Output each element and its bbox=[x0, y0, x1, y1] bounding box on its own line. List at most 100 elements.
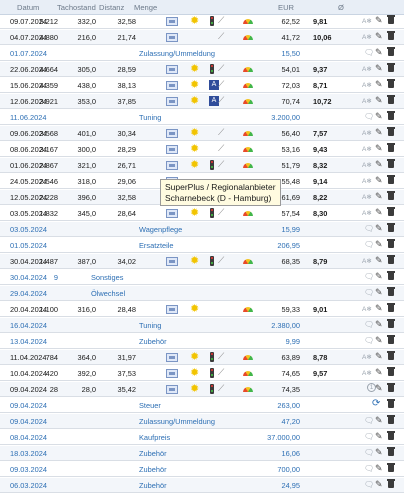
fuel-pump-icon[interactable] bbox=[166, 81, 178, 90]
table-row[interactable]: 30.04.2024 9 Sonstiges 🗨 ✎ bbox=[0, 270, 404, 285]
trash-icon[interactable] bbox=[387, 207, 395, 216]
table-row[interactable]: 12.06.2024 3.921 353,0 37,85 ✹ A ⟋ 70,74… bbox=[0, 94, 404, 109]
table-row[interactable]: 09.04.2024 28 28,0 35,42 ✹ ⟋ 74,35 1 ✎ bbox=[0, 382, 404, 397]
comment-icon[interactable]: 🗨 bbox=[364, 320, 374, 330]
comment-icon[interactable]: 🗨 bbox=[364, 48, 374, 58]
table-row[interactable]: 03.05.2024 Wagenpflege 15,99 🗨 ✎ bbox=[0, 222, 404, 237]
fuel-pump-icon[interactable] bbox=[166, 369, 178, 378]
pencil-icon[interactable]: ✎ bbox=[375, 463, 383, 473]
trash-icon[interactable] bbox=[387, 63, 395, 72]
pencil-icon[interactable]: ✎ bbox=[375, 111, 383, 121]
table-row[interactable]: 09.07.2024 5.212 332,0 32,58 ✹ ⟋ 62,52 9… bbox=[0, 14, 404, 29]
col-menge[interactable]: Menge bbox=[134, 3, 157, 12]
pencil-icon[interactable]: ✎ bbox=[375, 271, 383, 281]
pencil-icon[interactable]: ✎ bbox=[375, 255, 383, 265]
table-row[interactable]: 22.06.2024 4.664 305,0 28,59 ✹ ⟋ 54,01 9… bbox=[0, 62, 404, 77]
fuel-pump-icon[interactable] bbox=[166, 353, 178, 362]
comment-icon[interactable]: 🗨 bbox=[364, 240, 374, 250]
sync-icon[interactable]: ⟳ bbox=[372, 398, 380, 409]
col-eur[interactable]: EUR bbox=[278, 3, 294, 12]
comment-icon[interactable]: 🗨 bbox=[364, 480, 374, 490]
pencil-icon[interactable]: ✎ bbox=[375, 31, 383, 41]
table-row[interactable]: 11.06.2024 Tuning 3.200,00 🗨 ✎ bbox=[0, 110, 404, 125]
comment-icon[interactable]: 🗨 bbox=[364, 464, 374, 474]
pencil-icon[interactable]: ✎ bbox=[375, 479, 383, 489]
table-row[interactable]: 15.06.2024 4.359 438,0 38,13 ✹ A ⟋ 72,03… bbox=[0, 78, 404, 93]
pencil-icon[interactable]: ✎ bbox=[375, 431, 383, 441]
pencil-icon[interactable]: ✎ bbox=[375, 15, 383, 25]
comment-icon[interactable]: 🗨 bbox=[364, 112, 374, 122]
trash-icon[interactable] bbox=[387, 143, 395, 152]
table-row[interactable]: 20.04.2024 1.100 316,0 28,48 ✹ 59,33 9,0… bbox=[0, 302, 404, 317]
fuel-pump-icon[interactable] bbox=[166, 145, 178, 154]
pencil-icon[interactable]: ✎ bbox=[375, 175, 383, 185]
table-row[interactable]: 01.07.2024 Zulassung/Ummeldung 15,50 🗨 ✎ bbox=[0, 46, 404, 61]
table-row[interactable]: 18.03.2024 Zubehör 16,06 🗨 ✎ bbox=[0, 446, 404, 461]
trash-icon[interactable] bbox=[387, 111, 395, 120]
trash-icon[interactable] bbox=[387, 191, 395, 200]
pencil-icon[interactable]: ✎ bbox=[375, 191, 383, 201]
trash-icon[interactable] bbox=[387, 95, 395, 104]
col-datum[interactable]: Datum bbox=[17, 3, 39, 12]
pencil-icon[interactable]: ✎ bbox=[375, 383, 383, 393]
col-tachostand[interactable]: Tachostand bbox=[57, 3, 96, 12]
table-row[interactable]: 06.03.2024 Zubehör 24,95 🗨 ✎ bbox=[0, 478, 404, 493]
col-distanz[interactable]: Distanz bbox=[99, 3, 124, 12]
trash-icon[interactable] bbox=[387, 223, 395, 232]
comment-icon[interactable]: 🗨 bbox=[364, 336, 374, 346]
fuel-pump-icon[interactable] bbox=[166, 129, 178, 138]
fuel-pump-icon[interactable] bbox=[166, 33, 178, 42]
comment-icon[interactable]: 🗨 bbox=[364, 288, 374, 298]
table-row[interactable]: 16.04.2024 Tuning 2.380,00 🗨 ✎ bbox=[0, 318, 404, 333]
trash-icon[interactable] bbox=[387, 463, 395, 472]
pencil-icon[interactable]: ✎ bbox=[375, 447, 383, 457]
trash-icon[interactable] bbox=[387, 431, 395, 440]
trash-icon[interactable] bbox=[387, 335, 395, 344]
table-row[interactable]: 09.06.2024 3.568 401,0 30,34 ✹ ⟋ 56,40 7… bbox=[0, 126, 404, 141]
fuel-pump-icon[interactable] bbox=[166, 65, 178, 74]
pencil-icon[interactable]: ✎ bbox=[375, 351, 383, 361]
table-row[interactable]: 11.04.2024 784 364,0 31,97 ✹ ⟋ 63,89 8,7… bbox=[0, 350, 404, 365]
trash-icon[interactable] bbox=[387, 447, 395, 456]
trash-icon[interactable] bbox=[387, 127, 395, 136]
trash-icon[interactable] bbox=[387, 383, 395, 392]
pencil-icon[interactable]: ✎ bbox=[375, 95, 383, 105]
trash-icon[interactable] bbox=[387, 255, 395, 264]
table-row[interactable]: 08.04.2024 Kaufpreis 37.000,00 🗨 ✎ bbox=[0, 430, 404, 445]
fuel-pump-icon[interactable] bbox=[166, 97, 178, 106]
table-row[interactable]: 09.03.2024 Zubehör 700,00 🗨 ✎ bbox=[0, 462, 404, 477]
trash-icon[interactable] bbox=[387, 415, 395, 424]
trash-icon[interactable] bbox=[387, 79, 395, 88]
trash-icon[interactable] bbox=[387, 287, 395, 296]
trash-icon[interactable] bbox=[387, 319, 395, 328]
pencil-icon[interactable]: ✎ bbox=[375, 415, 383, 425]
pencil-icon[interactable]: ✎ bbox=[375, 303, 383, 313]
table-row[interactable]: 13.04.2024 Zubehör 9,99 🗨 ✎ bbox=[0, 334, 404, 349]
pencil-icon[interactable]: ✎ bbox=[375, 47, 383, 57]
trash-icon[interactable] bbox=[387, 239, 395, 248]
trash-icon[interactable] bbox=[387, 47, 395, 56]
table-row[interactable]: 10.04.2024 420 392,0 37,53 ✹ ⟋ 74,65 9,5… bbox=[0, 366, 404, 381]
comment-icon[interactable]: 🗨 bbox=[364, 272, 374, 282]
pencil-icon[interactable]: ✎ bbox=[375, 239, 383, 249]
fuel-pump-icon[interactable] bbox=[166, 385, 178, 394]
trash-icon[interactable] bbox=[387, 367, 395, 376]
fuel-pump-icon[interactable] bbox=[166, 161, 178, 170]
trash-icon[interactable] bbox=[387, 271, 395, 280]
trash-icon[interactable] bbox=[387, 15, 395, 24]
table-row[interactable]: 30.04.2024 1.487 387,0 34,02 ✹ ⟋ 68,35 8… bbox=[0, 254, 404, 269]
pencil-icon[interactable]: ✎ bbox=[375, 367, 383, 377]
trash-icon[interactable] bbox=[387, 351, 395, 360]
trash-icon[interactable] bbox=[387, 303, 395, 312]
pencil-icon[interactable]: ✎ bbox=[375, 287, 383, 297]
fuel-pump-icon[interactable] bbox=[166, 17, 178, 26]
trash-icon[interactable] bbox=[387, 31, 395, 40]
table-row[interactable]: 04.07.2024 4.880 216,0 21,74 ⟋ 41,72 10,… bbox=[0, 30, 404, 45]
pencil-icon[interactable]: ✎ bbox=[375, 335, 383, 345]
pencil-icon[interactable]: ✎ bbox=[375, 159, 383, 169]
comment-icon[interactable]: 🗨 bbox=[364, 432, 374, 442]
trash-icon[interactable] bbox=[387, 399, 395, 408]
comment-icon[interactable]: 🗨 bbox=[364, 224, 374, 234]
table-row[interactable]: 03.05.2024 1.832 345,0 28,64 ✹ ⟋ 57,54 8… bbox=[0, 206, 404, 221]
fuel-pump-icon[interactable] bbox=[166, 305, 178, 314]
